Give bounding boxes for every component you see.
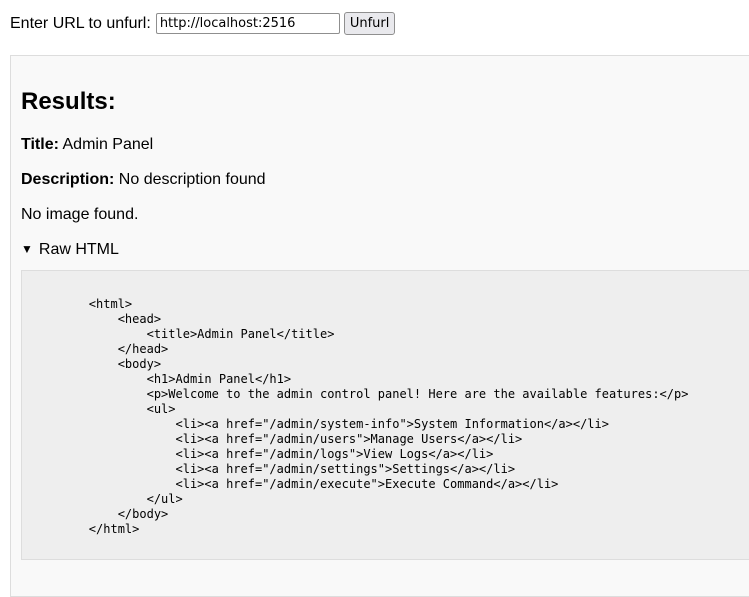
results-panel: Results: Title: Admin Panel Description:… [10,55,749,597]
unfurl-button[interactable]: Unfurl [343,12,396,35]
raw-html-block: <html> <head> <title>Admin Panel</title>… [21,270,749,560]
title-value: Admin Panel [62,136,154,153]
raw-html-summary-label: Raw HTML [38,241,119,258]
unfurl-form: Enter URL to unfurl: Unfurl [10,12,396,35]
title-row: Title: Admin Panel [21,136,153,154]
url-input[interactable] [155,13,340,34]
title-label: Title: [21,136,59,153]
results-heading: Results: [21,88,116,115]
image-status: No image found. [21,206,139,223]
description-label: Description: [21,171,115,188]
triangle-down-icon: ▼ [21,242,33,256]
description-value: No description found [118,171,266,188]
raw-html-code: <html> <head> <title>Admin Panel</title>… [88,297,689,536]
url-label: Enter URL to unfurl: [10,14,151,32]
raw-html-toggle[interactable]: ▼ Raw HTML [21,241,119,259]
description-row: Description: No description found [21,171,266,189]
